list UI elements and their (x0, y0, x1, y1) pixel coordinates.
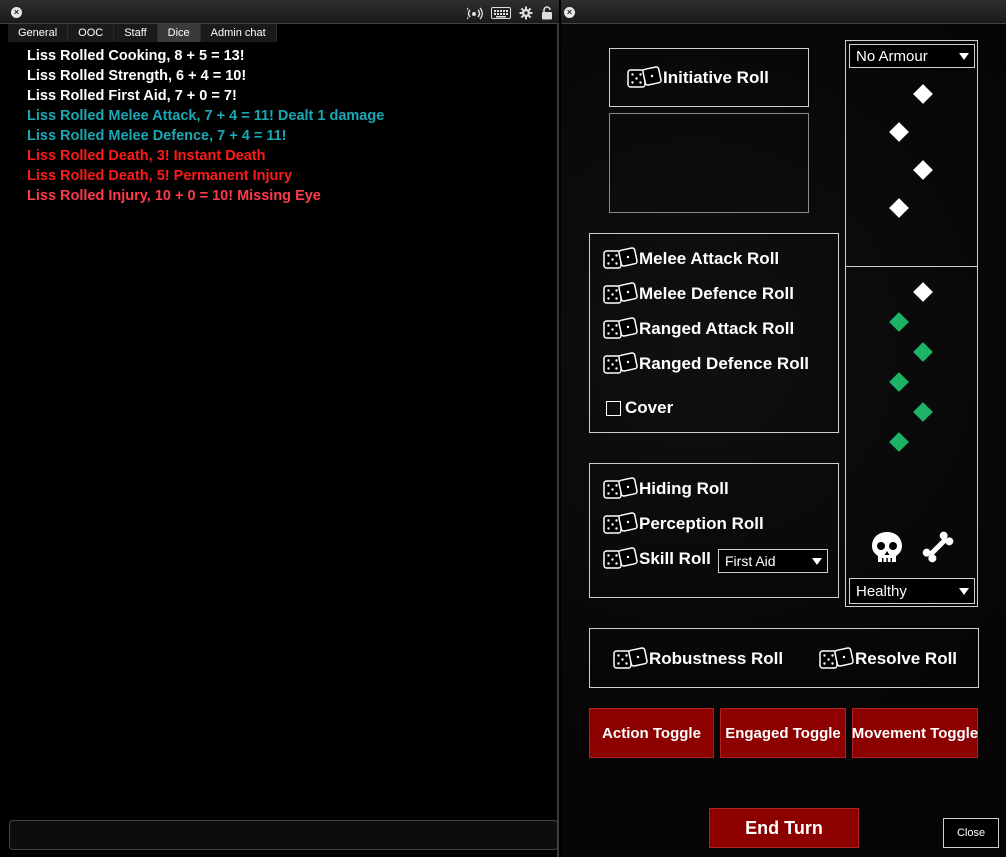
dice-icon (603, 512, 638, 534)
armour-pip (913, 84, 933, 104)
roll-label: Skill Roll (639, 549, 711, 568)
chat-window: × General OOC Staff Dice Admin chat Liss… (0, 0, 559, 857)
roll-label: Ranged Defence Roll (639, 354, 810, 373)
skill-roll-button[interactable]: Skill Roll (602, 545, 711, 573)
lock-icon[interactable] (541, 6, 553, 20)
end-turn-button[interactable]: End Turn (709, 808, 859, 848)
chat-input[interactable] (9, 820, 558, 850)
melee-defence-roll-button[interactable]: Melee Defence Roll (602, 280, 794, 308)
combat-window: × Initiative Roll No Armour Healthy Mele… (561, 0, 1006, 857)
dice-icon (603, 547, 638, 569)
initiative-roll-label: Initiative Roll (663, 68, 769, 87)
health-pip (913, 342, 933, 362)
cover-label: Cover (625, 398, 674, 417)
tab-ooc[interactable]: OOC (68, 24, 115, 42)
cover-checkbox[interactable] (606, 400, 621, 416)
initiative-roll-button[interactable]: Initiative Roll (609, 48, 809, 107)
robustness-roll-label: Robustness Roll (649, 649, 784, 668)
chat-log: Liss Rolled Cooking, 8 + 5 = 13! Liss Ro… (27, 46, 547, 206)
skill-select[interactable]: First Aid (718, 549, 828, 573)
chat-message: Liss Rolled Melee Defence, 7 + 4 = 11! (27, 128, 287, 144)
skill-rolls-panel: Hiding Roll Perception Roll Skill Roll F… (589, 463, 839, 598)
tab-admin-chat[interactable]: Admin chat (200, 24, 277, 42)
skull-icon[interactable] (868, 529, 906, 567)
dice-icon (603, 247, 638, 269)
resolve-roll-button[interactable]: Resolve Roll (818, 645, 957, 673)
chevron-down-icon (959, 588, 969, 595)
perception-roll-button[interactable]: Perception Roll (602, 510, 764, 538)
close-icon[interactable]: × (11, 7, 22, 18)
dice-icon (603, 282, 638, 304)
saves-panel: Robustness Roll Resolve Roll (589, 628, 979, 688)
close-button[interactable]: Close (943, 818, 999, 848)
health-select[interactable]: Healthy (849, 578, 975, 604)
roll-label: Ranged Attack Roll (639, 319, 795, 338)
tab-general[interactable]: General (8, 24, 69, 42)
dice-icon (627, 66, 662, 88)
resolve-roll-label: Resolve Roll (855, 649, 958, 668)
keyboard-icon[interactable] (491, 6, 511, 20)
armour-select-value: No Armour (856, 47, 928, 65)
roll-label: Hiding Roll (639, 479, 729, 498)
armour-panel: No Armour (845, 40, 978, 267)
roll-label: Melee Defence Roll (639, 284, 794, 303)
chat-message: Liss Rolled Cooking, 8 + 5 = 13! (27, 48, 245, 64)
chat-message: Liss Rolled Melee Attack, 7 + 4 = 11! De… (27, 108, 385, 124)
health-pip (913, 282, 933, 302)
health-pip (889, 432, 909, 452)
melee-attack-roll-button[interactable]: Melee Attack Roll (602, 245, 779, 273)
chevron-down-icon (959, 53, 969, 60)
engaged-toggle-button[interactable]: Engaged Toggle (720, 708, 846, 758)
chat-message: Liss Rolled Death, 5! Permanent Injury (27, 168, 293, 184)
tab-staff[interactable]: Staff (114, 24, 158, 42)
robustness-roll-button[interactable]: Robustness Roll (612, 645, 783, 673)
combat-titlebar: × (561, 0, 1006, 24)
health-pip (889, 312, 909, 332)
signal-icon[interactable] (467, 6, 483, 20)
initiative-result-area (609, 113, 809, 213)
chat-message: Liss Rolled Death, 3! Instant Death (27, 148, 266, 164)
dice-icon (613, 647, 648, 669)
roll-label: Melee Attack Roll (639, 249, 780, 268)
movement-toggle-button[interactable]: Movement Toggle (852, 708, 978, 758)
chat-message: Liss Rolled Strength, 6 + 4 = 10! (27, 68, 247, 84)
chat-titlebar: × (0, 0, 559, 24)
ranged-attack-roll-button[interactable]: Ranged Attack Roll (602, 315, 794, 343)
chat-message: Liss Rolled First Aid, 7 + 0 = 7! (27, 88, 237, 104)
skill-select-value: First Aid (725, 553, 776, 569)
close-icon[interactable]: × (564, 7, 575, 18)
gear-icon[interactable] (519, 6, 533, 20)
dice-icon (603, 317, 638, 339)
titlebar-icons (467, 6, 553, 20)
dice-icon (603, 477, 638, 499)
armour-pip (889, 122, 909, 142)
tab-dice[interactable]: Dice (157, 24, 201, 42)
combat-rolls-panel: Melee Attack Roll Melee Defence Roll Ran… (589, 233, 839, 433)
health-pip (889, 372, 909, 392)
hiding-roll-button[interactable]: Hiding Roll (602, 475, 729, 503)
armour-select[interactable]: No Armour (849, 44, 975, 68)
health-panel: Healthy (845, 266, 978, 607)
cover-toggle[interactable]: Cover (590, 398, 673, 418)
chat-message: Liss Rolled Injury, 10 + 0 = 10! Missing… (27, 188, 321, 204)
bone-icon[interactable] (918, 527, 958, 567)
ranged-defence-roll-button[interactable]: Ranged Defence Roll (602, 350, 809, 378)
armour-pip (889, 198, 909, 218)
dice-icon (819, 647, 854, 669)
roll-label: Perception Roll (639, 514, 764, 533)
chat-tab-bar: General OOC Staff Dice Admin chat (8, 24, 277, 42)
health-select-value: Healthy (856, 582, 907, 600)
health-pip (913, 402, 933, 422)
armour-pip (913, 160, 933, 180)
action-toggle-button[interactable]: Action Toggle (589, 708, 714, 758)
dice-icon (603, 352, 638, 374)
chevron-down-icon (812, 558, 822, 565)
